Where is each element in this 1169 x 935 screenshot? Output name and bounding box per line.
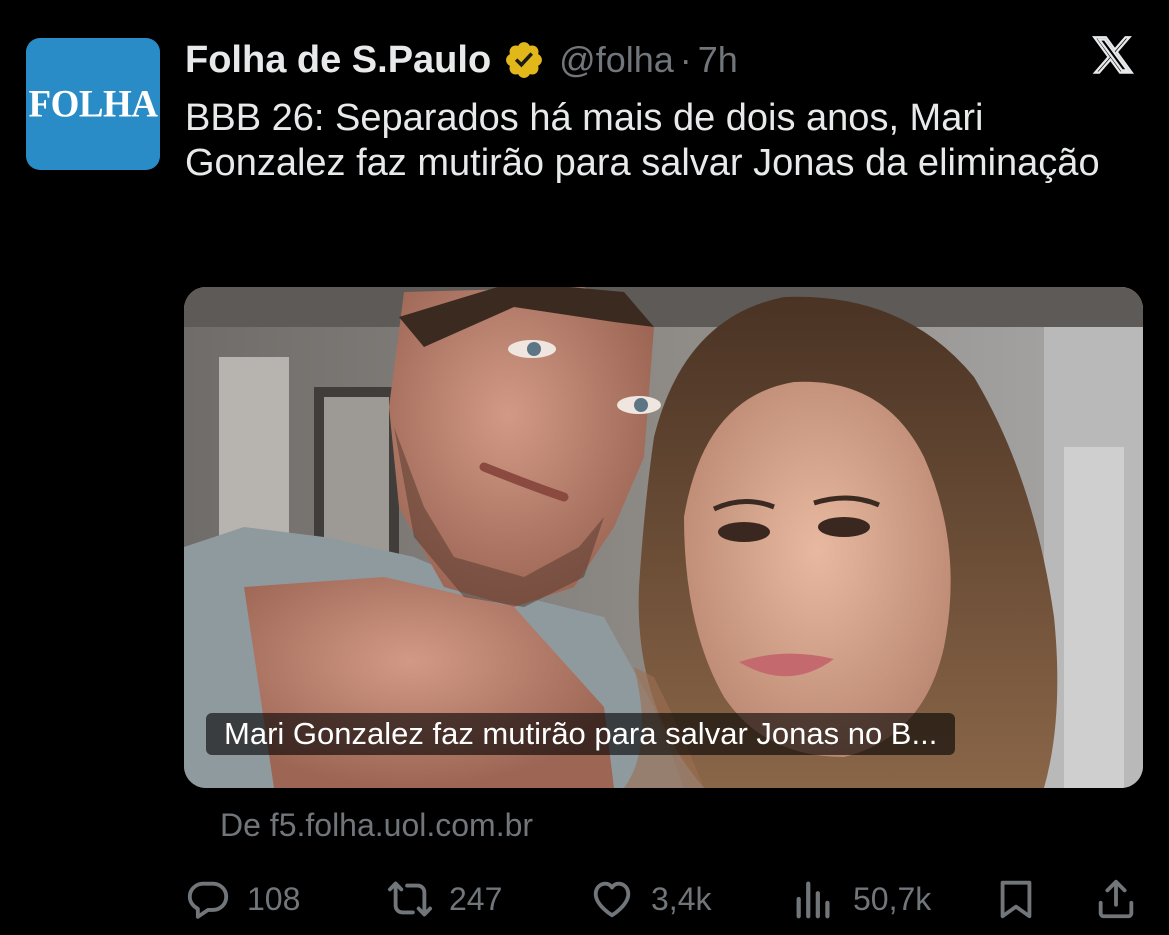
like-count: 3,4k	[651, 880, 712, 917]
tweet-text: BBB 26: Separados há mais de dois anos, …	[185, 97, 1100, 184]
like-icon	[593, 881, 631, 918]
card-source-domain[interactable]: De f5.folha.uol.com.br	[220, 807, 533, 844]
views-count: 50,7k	[853, 880, 932, 917]
views-button[interactable]: 50,7k	[791, 872, 931, 926]
tweet-header: Folha de S.Paulo @folha · 7h	[185, 36, 738, 84]
bookmark-button[interactable]	[993, 872, 1039, 926]
bookmark-icon	[1000, 880, 1032, 919]
author-avatar[interactable]: FOLHA	[26, 38, 160, 170]
verified-badge-icon[interactable]	[503, 39, 545, 81]
repost-count: 247	[449, 880, 503, 917]
action-bar: 108 247 3,4k 50,7k	[185, 872, 1145, 926]
views-icon	[796, 881, 830, 919]
tweet-timestamp[interactable]: 7h	[698, 39, 738, 81]
link-card[interactable]: Mari Gonzalez faz mutirão para salvar Jo…	[184, 287, 1143, 788]
card-caption: Mari Gonzalez faz mutirão para salvar Jo…	[206, 713, 956, 755]
repost-icon	[387, 881, 433, 917]
reply-icon	[187, 881, 229, 919]
x-logo-icon[interactable]	[1087, 32, 1139, 82]
share-button[interactable]	[1093, 872, 1139, 926]
author-handle[interactable]: @folha	[559, 39, 674, 81]
repost-button[interactable]: 247	[387, 872, 502, 926]
header-separator: ·	[679, 39, 692, 80]
reply-button[interactable]: 108	[185, 872, 300, 926]
like-button[interactable]: 3,4k	[589, 872, 711, 926]
share-icon	[1098, 879, 1134, 919]
avatar-logo-text: FOLHA	[28, 82, 158, 126]
reply-count: 108	[247, 880, 301, 917]
author-name[interactable]: Folha de S.Paulo	[185, 39, 491, 82]
